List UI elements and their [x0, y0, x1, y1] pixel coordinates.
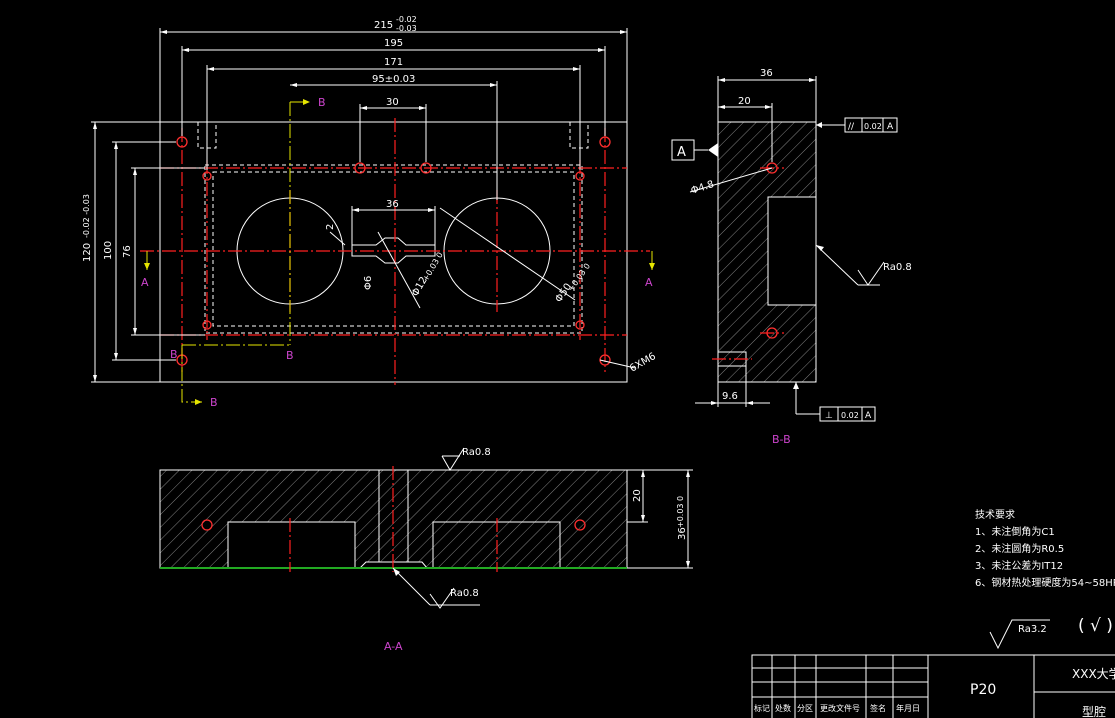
side-dim-phi48: Φ4.8 — [690, 179, 716, 197]
dim-overall-width: 215 — [374, 20, 393, 31]
section-view-label: A-A — [384, 640, 403, 653]
datum-a-label: A — [677, 145, 686, 160]
parallel-datum: A — [887, 122, 894, 132]
side-view-label: B-B — [772, 433, 791, 446]
side-dim-36: 36 — [760, 68, 773, 79]
dim-overall-width-tol-lower: -0.03 — [396, 24, 417, 33]
section-label-b-top: B — [318, 96, 326, 109]
dim-95: 95±0.03 — [372, 74, 415, 85]
perp-tol: 0.02 — [841, 411, 859, 420]
dim-phi50-tol: +0.03 0 — [566, 262, 592, 294]
dim-36: 36 — [386, 199, 399, 210]
side-view: A 36 20 Φ4.8 9.6 // 0.02 A ⊥ 0.02 A Ra0.… — [671, 68, 912, 446]
perp-datum: A — [865, 411, 872, 421]
section-label-a-left: A — [141, 276, 149, 289]
title-header: 年月日 — [896, 703, 920, 713]
surface-finish-other: ( √ ) — [1078, 616, 1113, 636]
tech-item: 2、未注圆角为R0.5 — [975, 542, 1064, 555]
title-header: 更改文件号 — [820, 703, 860, 713]
cad-drawing: 215 -0.02 -0.03 195 171 95±0.03 30 36 2 … — [0, 0, 1115, 718]
title-school: XXX大学 — [1072, 666, 1115, 681]
section-dim-36: 36 — [677, 527, 688, 540]
title-header: 处数 — [775, 703, 791, 713]
title-header: 标记 — [754, 703, 770, 713]
dim-2: 2 — [325, 224, 336, 230]
tech-item: 6、钢材热处理硬度为54~58HRC — [975, 576, 1115, 589]
tech-item: 3、未注公差为IT12 — [975, 559, 1063, 572]
dim-76: 76 — [122, 245, 133, 258]
section-label-b-mid: B — [286, 349, 294, 362]
side-roughness: Ra0.8 — [883, 262, 912, 273]
dim-overall-width-tol-upper: -0.02 — [396, 15, 417, 24]
dim-195: 195 — [384, 38, 403, 49]
section-label-a-right: A — [645, 276, 653, 289]
title-material: P20 — [970, 682, 996, 698]
dim-30: 30 — [386, 97, 399, 108]
front-outline — [159, 121, 628, 383]
dim-height: 120 — [82, 243, 93, 262]
side-dim-20: 20 — [738, 96, 751, 107]
cavity-dashed-outline — [204, 164, 583, 334]
dim-100: 100 — [103, 241, 114, 260]
title-part-name: 型腔 — [1082, 704, 1106, 718]
side-dim-9-6: 9.6 — [722, 391, 738, 402]
section-roughness-bottom: Ra0.8 — [450, 588, 479, 599]
tech-title: 技术要求 — [975, 508, 1015, 521]
parallel-symbol: // — [848, 122, 855, 132]
tech-requirements: 技术要求 1、未注倒角为C1 2、未注圆角为R0.5 3、未注公差为IT12 6… — [975, 508, 1115, 589]
section-roughness-top: Ra0.8 — [462, 447, 491, 458]
front-view: 215 -0.02 -0.03 195 171 95±0.03 30 36 2 … — [82, 15, 658, 409]
dim-height-tol: -0.02 -0.03 — [82, 194, 91, 238]
section-label-b-left: B — [170, 348, 178, 361]
tech-item: 1、未注倒角为C1 — [975, 525, 1055, 538]
parallel-tol: 0.02 — [864, 122, 882, 131]
surface-finish-value: Ra3.2 — [1018, 624, 1047, 635]
section-dim-20: 20 — [632, 489, 643, 502]
title-header: 分区 — [797, 704, 813, 713]
thread-callout: 6XM6 — [628, 351, 658, 375]
perp-symbol: ⊥ — [825, 411, 833, 421]
surface-finish: Ra3.2 ( √ ) — [989, 616, 1113, 650]
dim-171: 171 — [384, 57, 403, 68]
section-label-b-bottom: B — [210, 396, 218, 409]
section-view: Ra0.8 Ra0.8 20 36 +0.03 0 A-A — [159, 447, 693, 653]
title-block: P20 XXX大学 型腔 标记 处数 分区 更改文件号 签名 年月日 — [751, 654, 1115, 718]
title-header: 签名 — [870, 703, 886, 713]
dim-phi6: Φ6 — [363, 276, 374, 290]
side-section-body — [717, 121, 817, 383]
section-dim-36-tol: +0.03 0 — [676, 496, 685, 528]
